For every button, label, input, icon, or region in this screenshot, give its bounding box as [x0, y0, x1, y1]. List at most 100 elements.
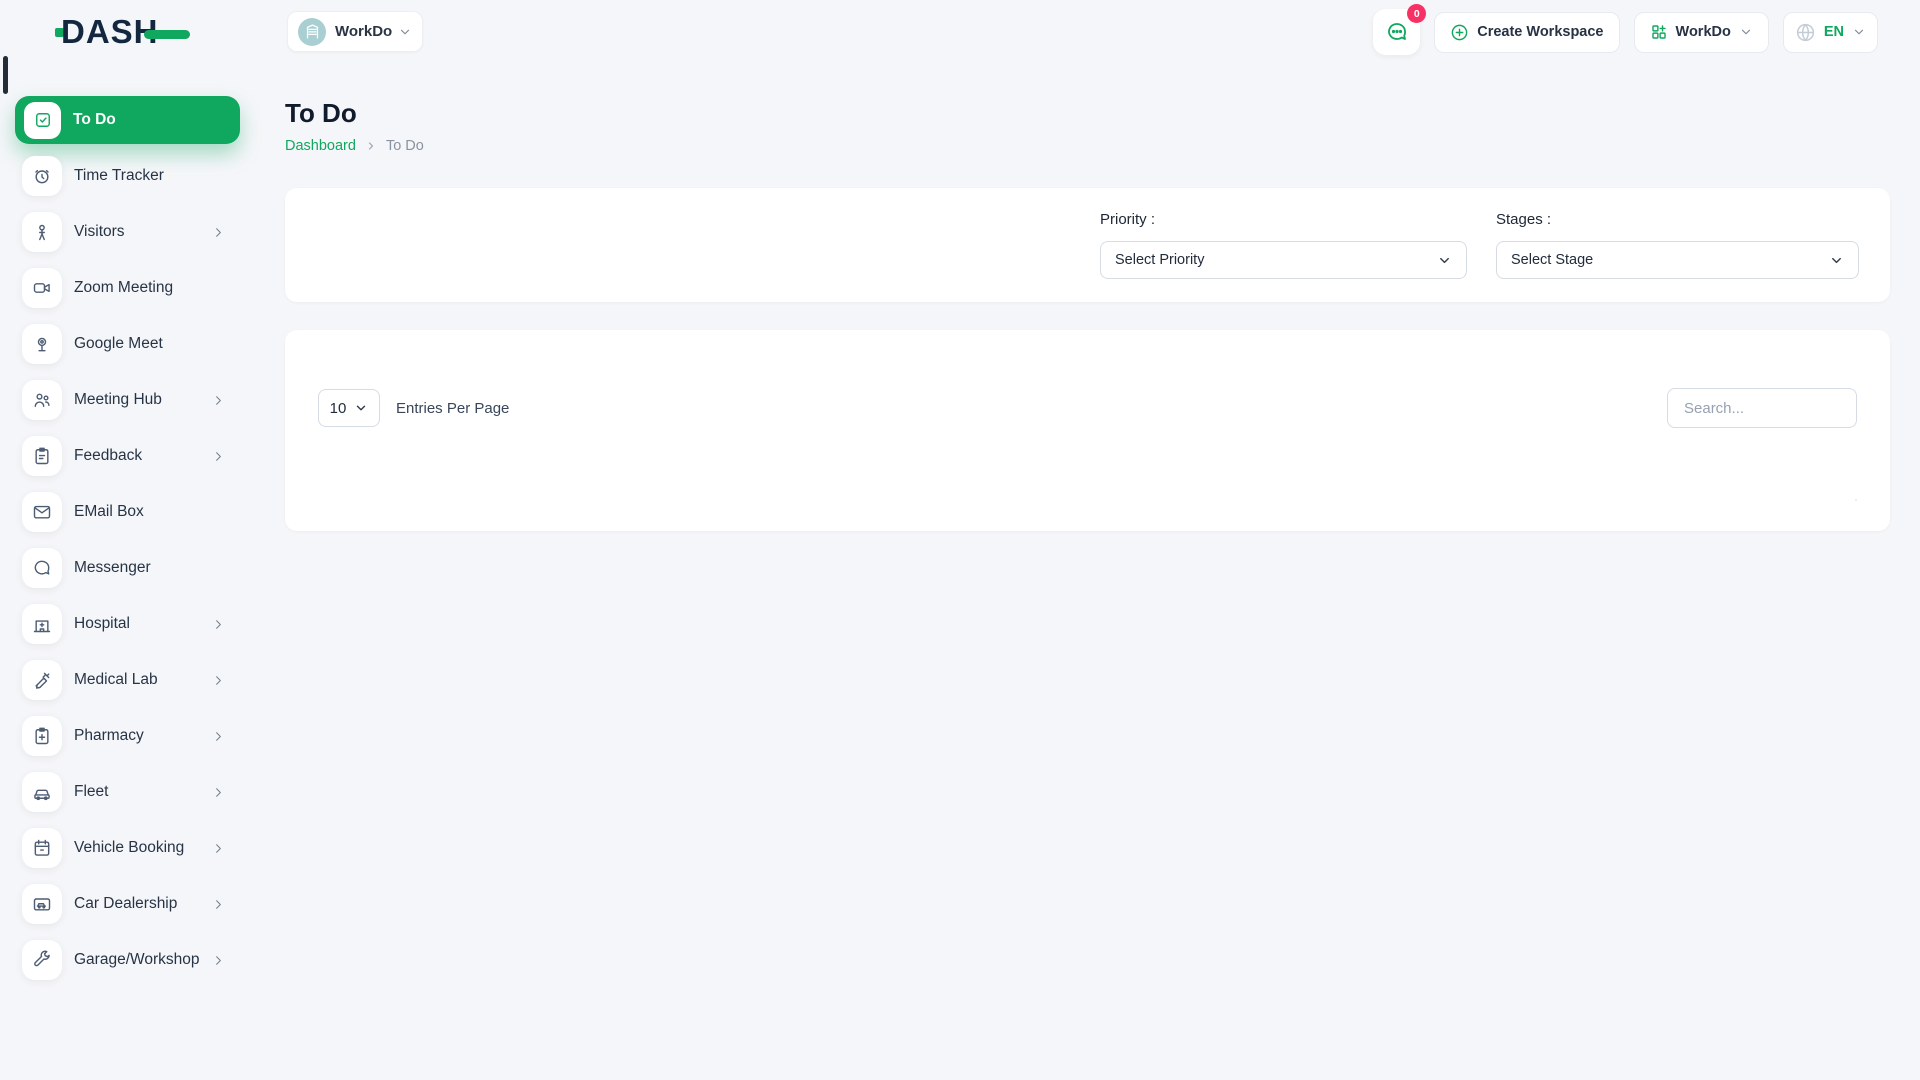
globe-icon	[1795, 22, 1816, 43]
sidebar-icon-box	[22, 156, 62, 196]
table-toolbar: 10 Entries Per Page	[318, 388, 1857, 428]
garage-workshop-icon	[32, 950, 52, 970]
sidebar-item-to-do[interactable]: To Do	[15, 96, 240, 144]
workspace-switcher[interactable]: WorkDo	[287, 11, 423, 52]
create-workspace-label: Create Workspace	[1477, 24, 1603, 40]
pharmacy-icon	[32, 726, 52, 746]
topbar: DASH WorkDo 0 Create Workspace	[0, 0, 1920, 64]
main-content: To Do Dashboard To Do Priority : Select …	[245, 64, 1920, 1080]
sidebar-icon-box	[22, 436, 62, 476]
priority-filter: Priority : Select Priority	[1100, 211, 1467, 302]
sidebar-icon-box	[24, 102, 61, 139]
filter-card: Priority : Select Priority Stages : Sele…	[285, 188, 1890, 302]
chevron-right-icon	[211, 449, 226, 464]
fleet-icon	[32, 782, 52, 802]
sidebar-item-medical-lab[interactable]: Medical Lab	[15, 656, 240, 704]
sidebar-item-time-tracker[interactable]: Time Tracker	[15, 152, 240, 200]
search-input[interactable]	[1667, 388, 1857, 428]
sidebar-item-meeting-hub[interactable]: Meeting Hub	[15, 376, 240, 424]
sidebar-item-label: Medical Lab	[74, 671, 158, 689]
language-switcher[interactable]: EN	[1783, 12, 1878, 53]
chevron-right-icon	[211, 953, 226, 968]
chevron-right-icon	[211, 673, 226, 688]
sidebar-item-garage-workshop[interactable]: Garage/Workshop	[15, 936, 240, 984]
sidebar-item-label: Time Tracker	[74, 167, 164, 185]
chevron-right-icon	[211, 729, 226, 744]
stage-select[interactable]: Select Stage	[1496, 241, 1859, 279]
medical-lab-icon	[32, 670, 52, 690]
sidebar-item-label: Meeting Hub	[74, 391, 162, 409]
sidebar-icon-box	[22, 604, 62, 644]
time-tracker-icon	[32, 166, 52, 186]
sidebar-item-visitors[interactable]: Visitors	[15, 208, 240, 256]
stage-select-value: Select Stage	[1511, 252, 1593, 268]
sidebar-icon-box	[22, 492, 62, 532]
page-title: To Do	[285, 98, 424, 129]
sidebar-item-label: Zoom Meeting	[74, 279, 173, 297]
chevron-right-icon	[211, 225, 226, 240]
breadcrumb: Dashboard To Do	[285, 138, 424, 154]
priority-select[interactable]: Select Priority	[1100, 241, 1467, 279]
sidebar-icon-box	[22, 268, 62, 308]
sidebar-icon-box	[22, 828, 62, 868]
sidebar-item-email-box[interactable]: EMail Box	[15, 488, 240, 536]
sidebar-item-label: To Do	[73, 111, 116, 129]
sidebar-item-messenger[interactable]: Messenger	[15, 544, 240, 592]
sidebar-icon-box	[22, 772, 62, 812]
sidebar-item-label: EMail Box	[74, 503, 144, 521]
email-box-icon	[32, 502, 52, 522]
sidebar-item-vehicle-booking[interactable]: Vehicle Booking	[15, 824, 240, 872]
sidebar-item-pharmacy[interactable]: Pharmacy	[15, 712, 240, 760]
chevron-down-icon	[1739, 25, 1753, 39]
notification-badge: 0	[1407, 4, 1426, 23]
notifications-button[interactable]: 0	[1373, 9, 1420, 55]
sidebar-item-google-meet[interactable]: Google Meet	[15, 320, 240, 368]
sidebar-item-label: Car Dealership	[74, 895, 177, 913]
language-label: EN	[1824, 24, 1844, 40]
app-logo: DASH	[55, 13, 190, 51]
sidebar-item-hospital[interactable]: Hospital	[15, 600, 240, 648]
entries-per-page-select[interactable]: 10	[318, 389, 380, 427]
page-header: To Do Dashboard To Do	[285, 98, 1890, 154]
stages-filter: Stages : Select Stage	[1496, 211, 1859, 302]
topbar-actions: 0 Create Workspace WorkDo EN	[1373, 9, 1878, 55]
chevron-right-icon	[211, 617, 226, 632]
chevron-down-icon	[1437, 253, 1452, 268]
chevron-right-icon	[211, 841, 226, 856]
sidebar-icon-box	[22, 716, 62, 756]
stages-label: Stages :	[1496, 211, 1859, 228]
logo-accent-dash	[144, 30, 190, 39]
todo-icon	[33, 110, 53, 130]
feedback-icon	[32, 446, 52, 466]
todo-table-card: 10 Entries Per Page	[285, 330, 1890, 531]
sidebar-icon-box	[22, 324, 62, 364]
sidebar-item-label: Messenger	[74, 559, 151, 577]
sidebar-item-label: Pharmacy	[74, 727, 144, 745]
sidebar-item-fleet[interactable]: Fleet	[15, 768, 240, 816]
sidebar: To Do Time Tracker Visitors Zoom Meeting Goo…	[0, 64, 245, 1080]
google-meet-icon	[32, 334, 52, 354]
chevron-right-icon	[211, 393, 226, 408]
app-switcher-button[interactable]: WorkDo	[1634, 12, 1769, 53]
chevron-down-icon	[1829, 253, 1844, 268]
workspace-name: WorkDo	[335, 23, 392, 40]
chevron-right-icon	[365, 140, 377, 152]
app-switcher-label: WorkDo	[1676, 24, 1731, 40]
sidebar-item-label: Visitors	[74, 223, 125, 241]
sidebar-icon-box	[22, 212, 62, 252]
sidebar-item-zoom-meeting[interactable]: Zoom Meeting	[15, 264, 240, 312]
chevron-right-icon	[211, 897, 226, 912]
sidebar-item-car-dealership[interactable]: Car Dealership	[15, 880, 240, 928]
entries-per-page-value: 10	[330, 400, 347, 417]
sidebar-item-feedback[interactable]: Feedback	[15, 432, 240, 480]
sidebar-item-label: Fleet	[74, 783, 108, 801]
building-icon	[298, 18, 326, 46]
breadcrumb-dashboard-link[interactable]: Dashboard	[285, 138, 356, 154]
messenger-icon	[32, 558, 52, 578]
zoom-meeting-icon	[32, 278, 52, 298]
sidebar-scrollbar[interactable]	[3, 56, 8, 94]
sidebar-icon-box	[22, 884, 62, 924]
hospital-icon	[32, 614, 52, 634]
chevron-down-icon	[354, 401, 368, 415]
create-workspace-button[interactable]: Create Workspace	[1434, 12, 1619, 53]
